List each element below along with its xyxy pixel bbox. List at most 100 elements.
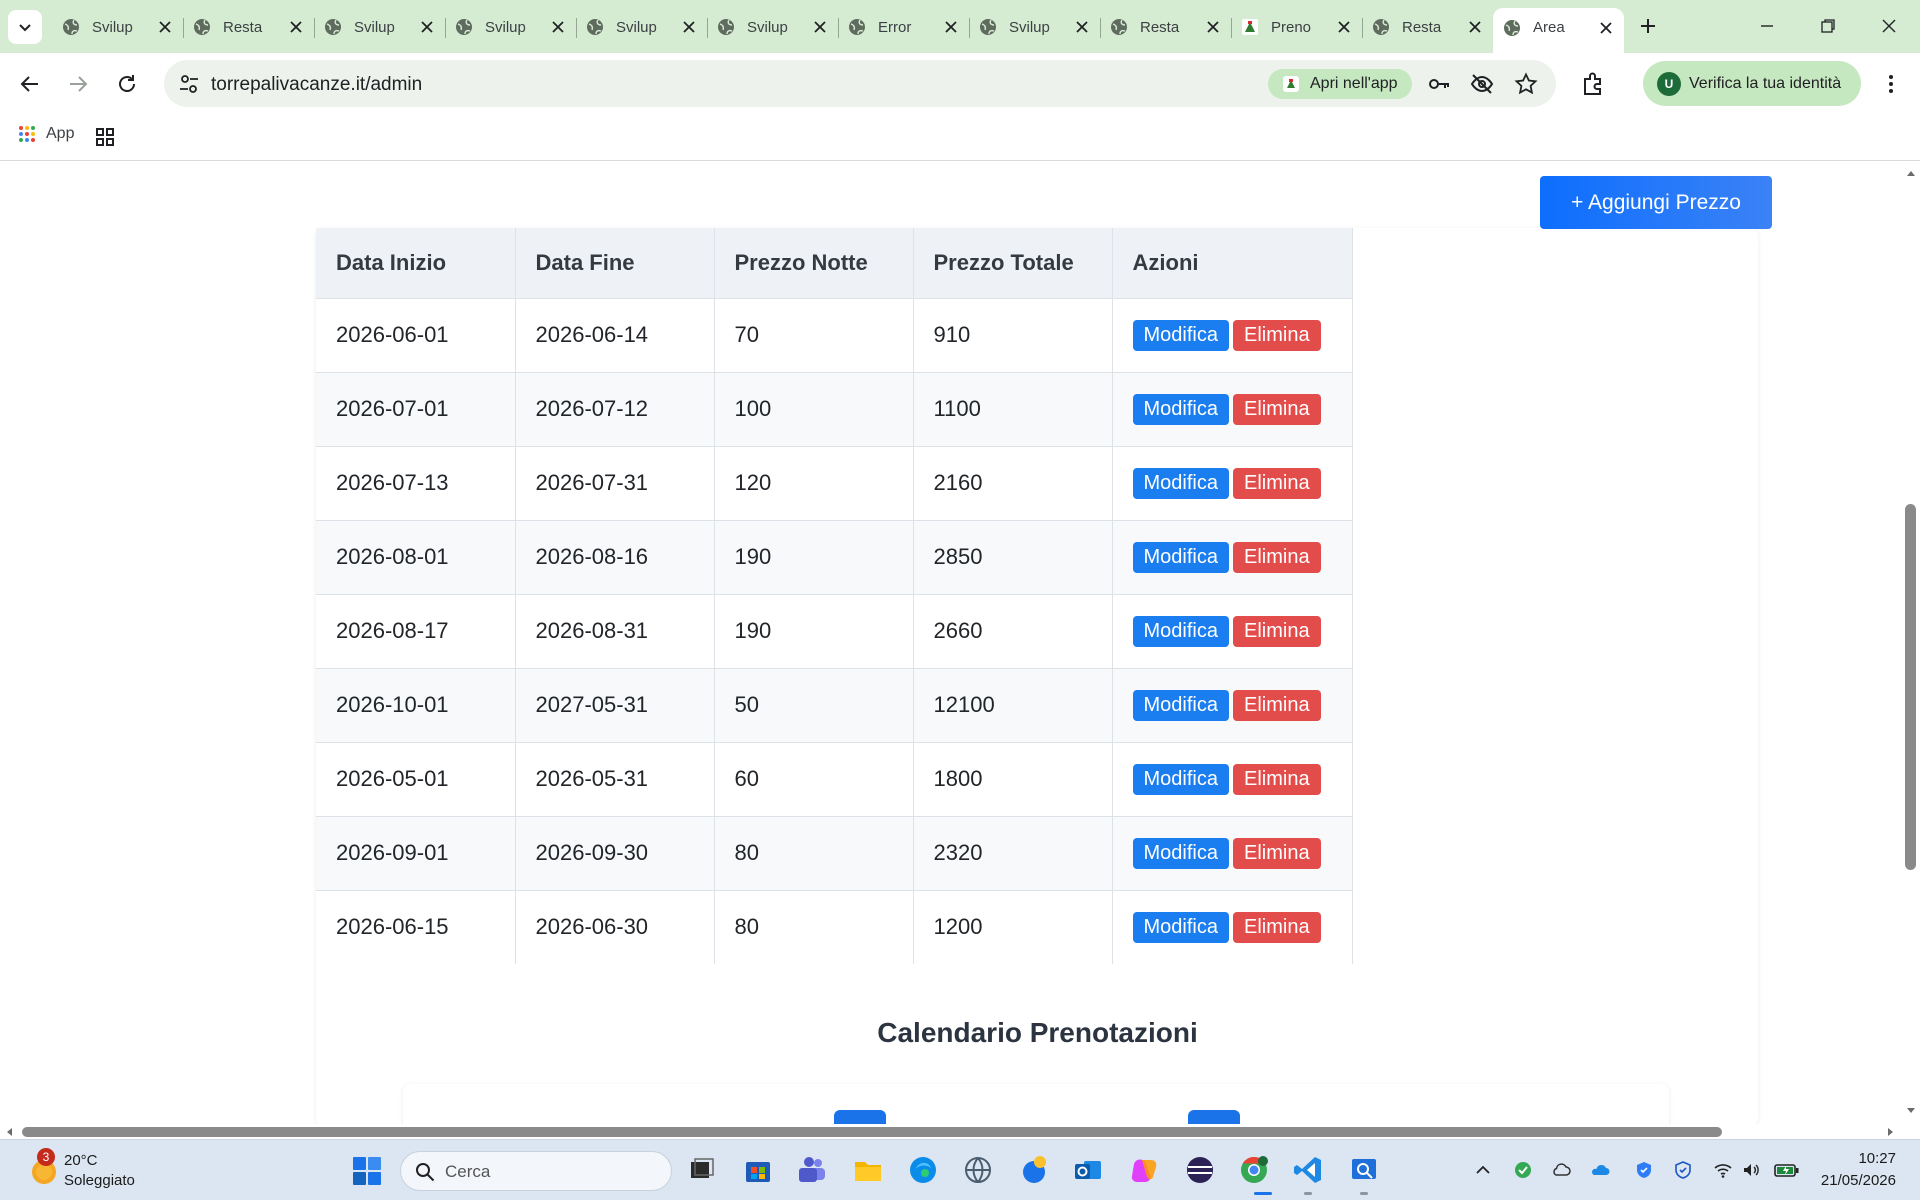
scroll-left-arrow-icon[interactable]	[4, 1127, 14, 1137]
star-bookmark-icon[interactable]	[1514, 72, 1538, 96]
search-app-icon[interactable]	[1348, 1154, 1380, 1186]
close-icon[interactable]	[550, 19, 566, 35]
onedrive-cloud-icon[interactable]	[1590, 1160, 1610, 1180]
vscode-icon[interactable]	[1292, 1154, 1324, 1186]
close-icon[interactable]	[1467, 19, 1483, 35]
defender-shield-icon[interactable]	[1634, 1160, 1654, 1180]
teams-icon[interactable]	[796, 1154, 828, 1186]
browser-tab[interactable]: Svilup	[52, 8, 183, 46]
reload-button[interactable]	[111, 68, 143, 100]
delete-button[interactable]: Elimina	[1232, 911, 1321, 943]
close-icon[interactable]	[1205, 19, 1221, 35]
browser-tab[interactable]: Svilup	[576, 8, 707, 46]
chevron-up-icon[interactable]	[1473, 1160, 1493, 1180]
minimize-button[interactable]	[1755, 14, 1779, 38]
new-tab-button[interactable]	[1634, 12, 1662, 40]
browser-tab[interactable]: Svilup	[445, 8, 576, 46]
browser-tab[interactable]: Resta	[183, 8, 314, 46]
check-circle-icon[interactable]	[1513, 1160, 1533, 1180]
copilot-icon[interactable]	[1128, 1154, 1160, 1186]
outlook-icon[interactable]	[1072, 1154, 1104, 1186]
add-price-button[interactable]: + Aggiungi Prezzo	[1540, 176, 1772, 229]
url-text[interactable]: torrepalivacanze.it/admin	[211, 74, 422, 96]
file-explorer-icon[interactable]	[852, 1154, 884, 1186]
taskbar-search-box[interactable]: Cerca	[400, 1151, 672, 1191]
extensions-puzzle-icon[interactable]	[1580, 71, 1606, 97]
battery-charging-icon[interactable]	[1774, 1160, 1800, 1180]
weather-description[interactable]: Soleggiato	[64, 1172, 135, 1189]
vertical-scrollbar-thumb[interactable]	[1905, 504, 1916, 870]
edge-dev-icon[interactable]	[1018, 1154, 1050, 1186]
scroll-right-arrow-icon[interactable]	[1886, 1127, 1896, 1137]
cloud-outline-icon[interactable]	[1551, 1160, 1571, 1180]
bookmark-apps[interactable]: App	[18, 125, 74, 143]
forward-button[interactable]	[62, 68, 94, 100]
close-window-button[interactable]	[1877, 14, 1901, 38]
edit-button[interactable]: Modifica	[1132, 467, 1229, 499]
open-in-app-button[interactable]: Apri nell'app	[1268, 69, 1412, 99]
horizontal-scrollbar-thumb[interactable]	[22, 1127, 1722, 1137]
tab-search-button[interactable]	[8, 10, 42, 44]
weather-temperature[interactable]: 20°C	[64, 1152, 98, 1169]
edge-browser-icon[interactable]	[907, 1154, 939, 1186]
browser-tab[interactable]: Svilup	[969, 8, 1100, 46]
delete-button[interactable]: Elimina	[1232, 541, 1321, 573]
scroll-up-arrow-icon[interactable]	[1906, 168, 1916, 178]
close-icon[interactable]	[681, 19, 697, 35]
edit-button[interactable]: Modifica	[1132, 541, 1229, 573]
edit-button[interactable]: Modifica	[1132, 319, 1229, 351]
browser-tab[interactable]: Svilup	[707, 8, 838, 46]
browser-tab[interactable]: Resta	[1100, 8, 1231, 46]
close-icon[interactable]	[812, 19, 828, 35]
eye-off-icon[interactable]	[1470, 72, 1494, 96]
close-icon[interactable]	[943, 19, 959, 35]
restore-button[interactable]	[1816, 14, 1840, 38]
password-key-icon[interactable]	[1427, 72, 1451, 96]
clock-time[interactable]: 10:27	[1836, 1150, 1896, 1167]
edit-button[interactable]: Modifica	[1132, 689, 1229, 721]
wifi-icon[interactable]	[1713, 1160, 1733, 1180]
chrome-icon[interactable]	[1238, 1154, 1270, 1186]
close-icon[interactable]	[157, 19, 173, 35]
delete-button[interactable]: Elimina	[1232, 689, 1321, 721]
microsoft-store-icon[interactable]	[742, 1154, 774, 1186]
eclipse-icon[interactable]	[1184, 1154, 1216, 1186]
more-menu-icon[interactable]	[1878, 71, 1904, 97]
edit-button[interactable]: Modifica	[1132, 615, 1229, 647]
close-icon[interactable]	[419, 19, 435, 35]
edit-button[interactable]: Modifica	[1132, 763, 1229, 795]
site-settings-icon[interactable]	[178, 73, 200, 95]
calendar-next-button[interactable]	[1188, 1110, 1240, 1124]
browser-tab[interactable]: Svilup	[314, 8, 445, 46]
close-icon[interactable]	[288, 19, 304, 35]
page-viewport: + Aggiungi Prezzo Data Inizio Data Fine Pr…	[0, 162, 1903, 1124]
clock-date[interactable]: 21/05/2026	[1810, 1172, 1896, 1189]
network-globe-icon[interactable]	[962, 1154, 994, 1186]
close-icon[interactable]	[1074, 19, 1090, 35]
delete-button[interactable]: Elimina	[1232, 615, 1321, 647]
task-view-icon[interactable]	[686, 1154, 718, 1186]
browser-tab[interactable]: Resta	[1362, 8, 1493, 46]
edit-button[interactable]: Modifica	[1132, 393, 1229, 425]
delete-button[interactable]: Elimina	[1232, 837, 1321, 869]
calendar-prev-button[interactable]	[834, 1110, 886, 1124]
close-icon[interactable]	[1336, 19, 1352, 35]
security-shield-icon[interactable]	[1673, 1160, 1693, 1180]
edit-button[interactable]: Modifica	[1132, 911, 1229, 943]
delete-button[interactable]: Elimina	[1232, 393, 1321, 425]
close-icon[interactable]	[1598, 20, 1614, 36]
back-button[interactable]	[14, 68, 46, 100]
volume-icon[interactable]	[1741, 1160, 1761, 1180]
scroll-down-arrow-icon[interactable]	[1906, 1106, 1916, 1116]
verify-identity-button[interactable]: U Verifica la tua identità	[1643, 61, 1861, 106]
address-bar[interactable]: torrepalivacanze.it/admin Apri nell'app	[164, 60, 1556, 107]
delete-button[interactable]: Elimina	[1232, 319, 1321, 351]
browser-tab-active[interactable]: Area	[1493, 8, 1624, 53]
browser-tab[interactable]: Error	[838, 8, 969, 46]
delete-button[interactable]: Elimina	[1232, 467, 1321, 499]
edit-button[interactable]: Modifica	[1132, 837, 1229, 869]
delete-button[interactable]: Elimina	[1232, 763, 1321, 795]
tab-groups-icon[interactable]	[95, 127, 115, 147]
browser-tab[interactable]: Preno	[1231, 8, 1362, 46]
windows-start-icon[interactable]	[352, 1156, 382, 1186]
